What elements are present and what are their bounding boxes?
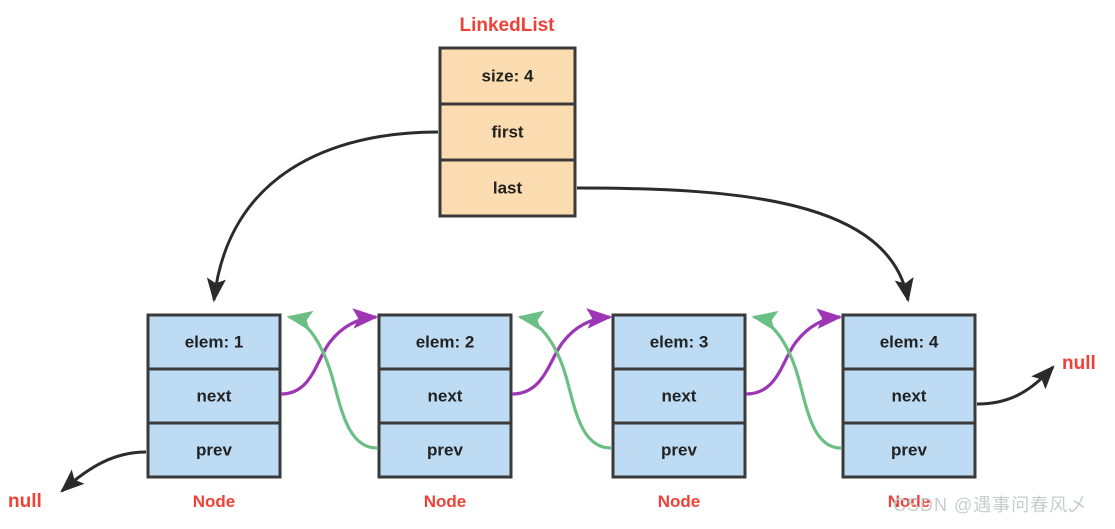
null-label-left: null	[8, 491, 42, 512]
next-arrow-2-to-3	[511, 308, 613, 396]
node-3-elem-label: elem: 3	[650, 332, 709, 351]
node-2-elem-label: elem: 2	[416, 332, 475, 351]
node-3-next-label: next	[662, 386, 697, 405]
node-1-prev-label: prev	[196, 440, 232, 459]
node-4: elem: 4 next prev Node	[841, 313, 977, 511]
linkedlist-title: LinkedList	[459, 15, 555, 36]
node-3-caption: Node	[658, 492, 701, 511]
node-3: elem: 3 next prev Node	[611, 313, 747, 511]
head-prev-null-arrow	[60, 450, 147, 493]
next-arrow-1-to-2	[280, 308, 379, 396]
node-2: elem: 2 next prev Node	[377, 313, 513, 511]
node-1-caption: Node	[193, 492, 236, 511]
linkedlist-box: size: 4 first last	[438, 46, 577, 218]
last-pointer-arrow	[576, 186, 914, 303]
node-2-caption: Node	[424, 492, 467, 511]
csdn-watermark: CSDN @遇事问春风乄	[893, 495, 1088, 515]
node-1-next-label: next	[197, 386, 232, 405]
node-4-elem-label: elem: 4	[880, 332, 939, 351]
tail-next-null-arrow	[976, 365, 1055, 406]
linkedlist-field-first-label: first	[491, 122, 523, 141]
diagram-canvas: LinkedList size: 4 first last elem: 1 ne…	[0, 0, 1115, 529]
linkedlist-field-size-label: size: 4	[482, 66, 535, 85]
prev-arrow-4-to-3	[751, 310, 842, 450]
node-1: elem: 1 next prev Node	[146, 313, 282, 511]
null-label-right: null	[1062, 353, 1096, 374]
node-1-elem-label: elem: 1	[185, 332, 244, 351]
node-2-next-label: next	[428, 386, 463, 405]
node-2-prev-label: prev	[427, 440, 463, 459]
first-pointer-arrow	[206, 130, 439, 303]
node-3-prev-label: prev	[661, 440, 697, 459]
node-4-prev-label: prev	[891, 440, 927, 459]
linkedlist-field-last-label: last	[493, 178, 523, 197]
node-4-next-label: next	[892, 386, 927, 405]
linkedlist-diagram: LinkedList size: 4 first last elem: 1 ne…	[8, 15, 1096, 512]
next-arrow-3-to-4	[745, 308, 843, 396]
